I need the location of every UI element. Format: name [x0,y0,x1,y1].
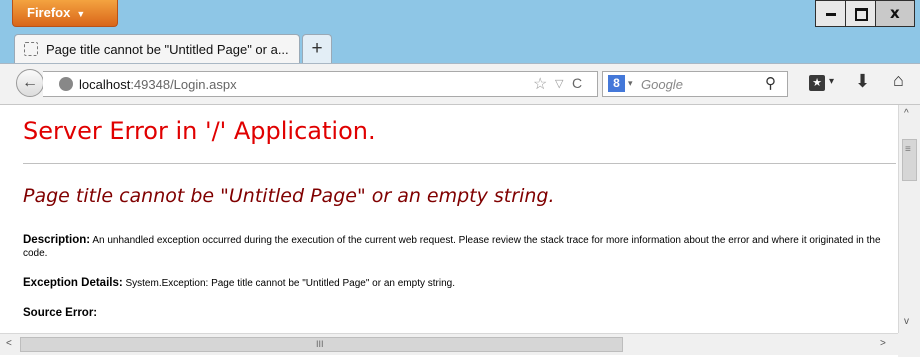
page-title: Server Error in '/' Application. [23,117,376,145]
exception-paragraph: Exception Details: System.Exception: Pag… [23,277,883,290]
scroll-left-icon[interactable]: < [6,338,12,349]
grip-icon: ≡ [905,144,911,155]
url-bar[interactable]: localhost:49348/Login.aspx ☆ ▽ C [43,71,598,97]
tab-active[interactable]: Page title cannot be "Untitled Page" or … [14,34,300,64]
navigation-toolbar: ← localhost:49348/Login.aspx ☆ ▽ C 8 ▾ G… [0,63,920,105]
back-button[interactable]: ← [16,69,44,97]
maximize-button[interactable] [845,0,875,27]
chevron-down-icon: ▼ [76,9,86,19]
error-page: Server Error in '/' Application. Page ti… [0,105,898,333]
plus-icon: + [311,38,323,59]
page-favicon-icon [24,42,38,56]
description-label: Description: [23,234,91,246]
description-text: An unhandled exception occurred during t… [23,235,881,259]
error-message: Page title cannot be "Untitled Page" or … [23,185,555,207]
browser-window: Firefox ▼ x Page title cannot be "Untitle… [0,0,920,357]
url-path: :49348/Login.aspx [130,77,237,92]
url-host: localhost [79,77,131,92]
globe-icon [59,77,73,91]
scroll-down-icon[interactable]: v [904,316,909,327]
download-icon[interactable]: ⬇ [855,71,870,92]
scroll-up-icon[interactable]: ^ [904,108,909,119]
exception-text: System.Exception: Page title cannot be "… [122,278,455,289]
horizontal-scrollbar[interactable]: < III > [0,333,898,355]
description-paragraph: Description: An unhandled exception occu… [23,234,883,260]
history-dropdown-icon[interactable]: ▽ [555,77,563,90]
search-engine-icon[interactable]: 8 [608,75,625,92]
minimize-button[interactable] [815,0,845,27]
source-error-label: Source Error: [23,307,98,319]
close-button[interactable]: x [875,0,915,27]
bookmarks-icon[interactable]: ★ [809,75,825,91]
tab-title: Page title cannot be "Untitled Page" or … [46,42,289,57]
reload-icon[interactable]: C [572,75,582,91]
search-engine-dropdown-icon[interactable]: ▾ [628,78,633,89]
page-content: Server Error in '/' Application. Page ti… [0,105,920,357]
bookmarks-dropdown-icon[interactable]: ▾ [829,76,834,87]
scrollbar-corner [898,333,920,357]
firefox-menu-button[interactable]: Firefox ▼ [12,0,118,27]
home-icon[interactable]: ⌂ [893,70,904,91]
scroll-right-icon[interactable]: > [880,338,886,349]
firefox-menu-label: Firefox [27,5,71,20]
close-icon: x [890,4,900,22]
minimize-icon [826,13,836,16]
vertical-scrollbar[interactable]: ^ ≡ v [898,105,920,333]
new-tab-button[interactable]: + [302,34,332,64]
search-placeholder: Google [641,77,683,92]
exception-label: Exception Details: [23,277,123,289]
maximize-icon [855,8,868,21]
search-icon[interactable]: ⚲ [765,74,776,92]
search-box[interactable]: 8 ▾ Google ⚲ [602,71,788,97]
url-text: localhost:49348/Login.aspx [79,77,237,92]
back-arrow-icon: ← [22,74,38,91]
grip-icon: III [316,339,324,349]
bookmark-star-icon[interactable]: ☆ [533,74,547,94]
source-error-paragraph: Source Error: [23,307,883,320]
divider [23,163,896,164]
